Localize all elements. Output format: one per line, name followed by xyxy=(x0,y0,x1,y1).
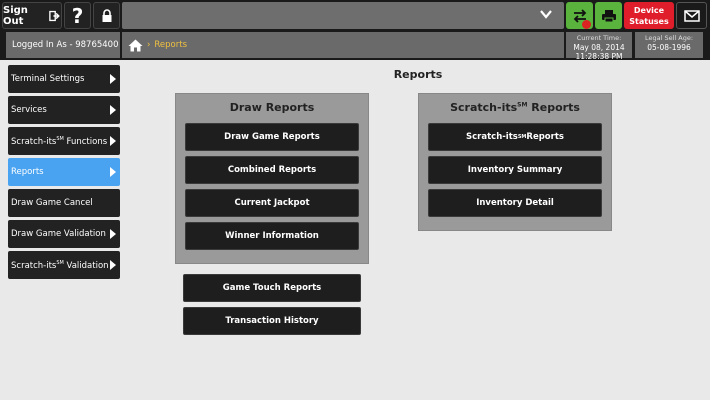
winner-information-button[interactable]: Winner Information xyxy=(185,222,359,250)
inventory-summary-button[interactable]: Inventory Summary xyxy=(428,156,602,184)
chevron-right-icon xyxy=(110,136,116,146)
draw-reports-title: Draw Reports xyxy=(229,101,315,114)
sidebar-item-label: Scratch-itsSM Validation xyxy=(11,259,109,271)
chevron-right-icon xyxy=(110,105,116,115)
sidebar-item-reports[interactable]: Reports xyxy=(8,158,120,186)
sidebar-item-label: Scratch-itsSM Functions xyxy=(11,135,108,147)
current-jackpot-button[interactable]: Current Jackpot xyxy=(185,189,359,217)
sidebar-item-scratch-its-validation[interactable]: Scratch-itsSM Validation xyxy=(8,251,120,279)
legal-sell-age-box: Legal Sell Age: 05-08-1996 xyxy=(635,32,703,58)
home-icon[interactable] xyxy=(128,39,143,52)
sidebar-item-label: Reports xyxy=(11,167,44,177)
sign-out-label: Sign Out xyxy=(3,4,28,27)
device-statuses-button[interactable]: Device Statuses xyxy=(624,2,674,29)
messages-button[interactable] xyxy=(676,2,707,29)
page-title: Reports xyxy=(393,68,443,81)
sidebar-item-label: Services xyxy=(11,105,47,115)
print-button[interactable] xyxy=(595,2,622,29)
chevron-right-icon xyxy=(110,167,116,177)
help-icon: ? xyxy=(71,3,84,28)
lock-icon xyxy=(102,8,111,22)
device-statuses-label-line1: Device xyxy=(633,6,665,15)
terminal-dropdown[interactable] xyxy=(122,2,564,29)
alert-dot-icon xyxy=(582,20,591,29)
sidebar-item-label: Terminal Settings xyxy=(11,74,85,84)
sync-button[interactable] xyxy=(566,2,593,29)
sidebar-item-label: Draw Game Cancel xyxy=(11,198,93,208)
chevron-right-icon xyxy=(110,74,116,84)
chevron-down-icon xyxy=(540,10,552,19)
sign-out-icon xyxy=(49,10,61,21)
sidebar-item-draw-game-validation[interactable]: Draw Game Validation xyxy=(8,220,120,248)
draw-game-reports-button[interactable]: Draw Game Reports xyxy=(185,123,359,151)
breadcrumb-current: Reports xyxy=(154,40,188,50)
sidebar-item-terminal-settings[interactable]: Terminal Settings xyxy=(8,65,120,93)
game-touch-reports-button[interactable]: Game Touch Reports xyxy=(183,274,361,302)
device-statuses-label-line2: Statuses xyxy=(629,17,669,26)
scratch-its-reports-panel: Scratch-itsSM Reports Scratch-its SM Repo… xyxy=(418,93,612,231)
logged-in-label: Logged In As - 98765400 xyxy=(6,32,120,58)
breadcrumb: › Reports xyxy=(122,32,564,58)
envelope-icon xyxy=(683,9,700,22)
sign-out-button[interactable]: Sign Out xyxy=(2,2,62,29)
legal-sell-age-label: Legal Sell Age: xyxy=(644,34,694,42)
transaction-history-button[interactable]: Transaction History xyxy=(183,307,361,335)
sidebar-item-services[interactable]: Services xyxy=(8,96,120,124)
scratch-its-reports-button[interactable]: Scratch-its SM Reports xyxy=(428,123,602,151)
inventory-detail-button[interactable]: Inventory Detail xyxy=(428,189,602,217)
chevron-right-icon xyxy=(110,229,116,239)
chevron-right-icon xyxy=(110,260,116,270)
help-button[interactable]: ? xyxy=(64,2,91,29)
sidebar-item-scratch-its-functions[interactable]: Scratch-itsSM Functions xyxy=(8,127,120,155)
scratch-its-reports-title: Scratch-itsSM Reports xyxy=(450,101,580,114)
sidebar: Terminal Settings Services Scratch-itsSM… xyxy=(8,65,120,282)
current-time-box: Current Time: May 08, 2014 11:28:38 PM xyxy=(566,32,632,61)
lock-button[interactable] xyxy=(93,2,120,29)
sidebar-item-label: Draw Game Validation xyxy=(11,229,106,239)
combined-reports-button[interactable]: Combined Reports xyxy=(185,156,359,184)
current-time-label: Current Time: xyxy=(576,34,622,42)
draw-reports-panel: Draw Reports Draw Game Reports Combined … xyxy=(175,93,369,264)
sidebar-item-draw-game-cancel[interactable]: Draw Game Cancel xyxy=(8,189,120,217)
printer-icon xyxy=(601,9,616,22)
current-time-value: 11:28:38 PM xyxy=(575,52,623,61)
current-date-value: May 08, 2014 xyxy=(573,43,625,52)
breadcrumb-separator: › xyxy=(147,40,151,50)
legal-sell-age-value: 05-08-1996 xyxy=(647,43,691,52)
